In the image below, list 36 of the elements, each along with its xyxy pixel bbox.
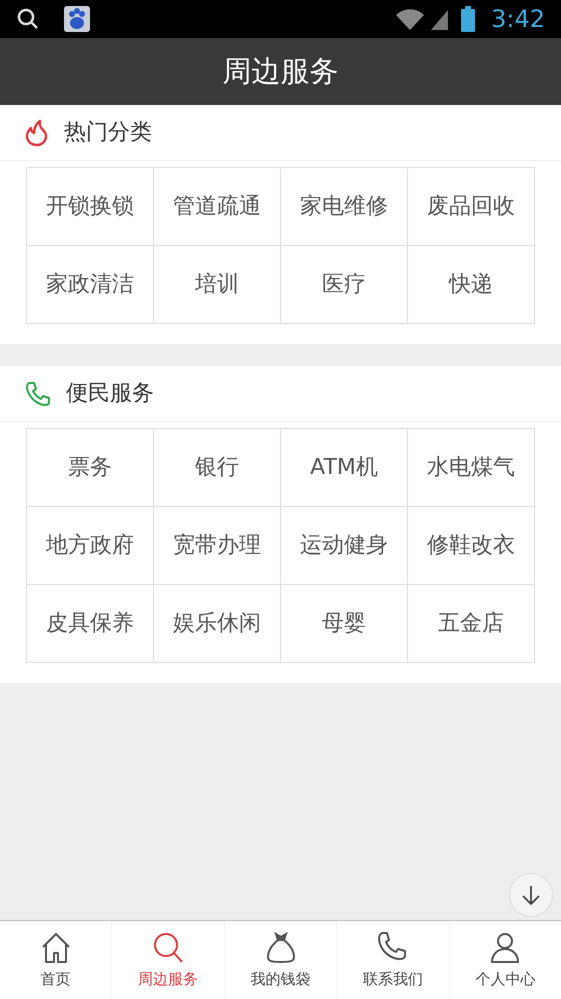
search-icon — [16, 7, 40, 31]
section-title: 热门分类 — [64, 119, 152, 147]
category-cell[interactable]: 开锁换锁 — [27, 168, 154, 246]
phone-icon — [24, 380, 52, 408]
category-cell[interactable]: 宽带办理 — [154, 507, 281, 585]
category-cell[interactable]: 快递 — [408, 246, 535, 324]
wifi-icon — [395, 7, 426, 31]
category-cell[interactable]: 母婴 — [281, 585, 408, 663]
paw-app-icon — [64, 6, 90, 32]
page-title: 周边服务 — [222, 52, 338, 90]
category-cell[interactable]: 修鞋改衣 — [408, 507, 535, 585]
category-cell[interactable]: 水电煤气 — [408, 429, 535, 507]
nav-tab[interactable]: 个人中心 — [450, 921, 561, 999]
section-title: 便民服务 — [66, 380, 154, 408]
category-cell[interactable]: 废品回收 — [408, 168, 535, 246]
category-cell[interactable]: 管道疏通 — [154, 168, 281, 246]
category-cell[interactable]: 运动健身 — [281, 507, 408, 585]
nav-tab[interactable]: 周边服务 — [112, 921, 225, 999]
scroll-down-button[interactable] — [509, 873, 553, 917]
battery-icon — [461, 6, 476, 32]
category-cell[interactable]: 银行 — [154, 429, 281, 507]
nav-tab[interactable]: 联系我们 — [337, 921, 450, 999]
nav-tab[interactable]: 我的钱袋 — [224, 921, 338, 999]
category-cell[interactable]: 医疗 — [281, 246, 408, 324]
flame-icon — [24, 118, 50, 146]
category-cell[interactable]: 票务 — [27, 429, 154, 507]
category-cell[interactable]: 地方政府 — [27, 507, 154, 585]
category-cell[interactable]: 家电维修 — [281, 168, 408, 246]
category-cell[interactable]: 五金店 — [408, 585, 535, 663]
category-cell[interactable]: 家政清洁 — [27, 246, 154, 324]
category-cell[interactable]: 娱乐休闲 — [154, 585, 281, 663]
clock-time: 3:42 — [491, 4, 545, 35]
nav-tab[interactable]: 首页 — [0, 921, 112, 999]
category-cell[interactable]: ATM机 — [281, 429, 408, 507]
category-cell[interactable]: 培训 — [154, 246, 281, 324]
category-cell[interactable]: 皮具保养 — [27, 585, 154, 663]
